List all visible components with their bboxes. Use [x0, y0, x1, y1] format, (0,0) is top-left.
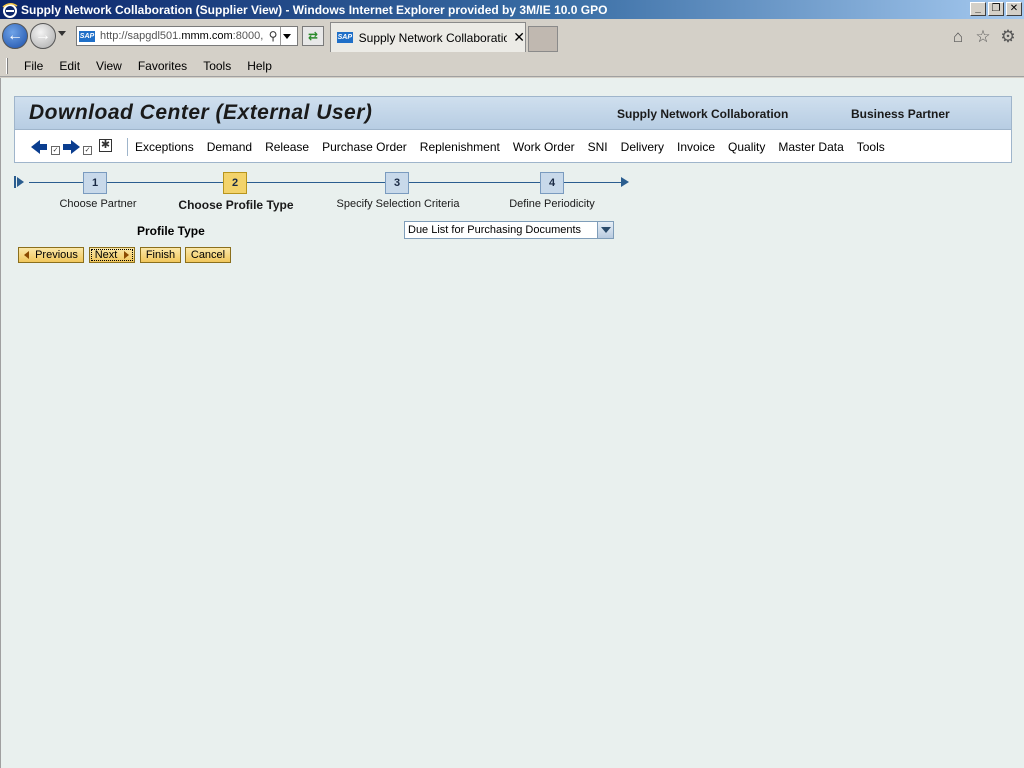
menu-favorites[interactable]: Favorites	[130, 59, 195, 73]
nav-sni[interactable]: SNI	[588, 140, 608, 154]
roadmap-step-3[interactable]: 3	[385, 172, 409, 194]
roadmap-step-4[interactable]: 4	[540, 172, 564, 194]
chevron-down-icon[interactable]	[597, 222, 613, 238]
nav-exceptions[interactable]: Exceptions	[135, 140, 194, 154]
header-link-business-partner[interactable]: Business Partner	[851, 107, 950, 121]
toolbar-separator	[127, 138, 128, 156]
forward-arrow-icon[interactable]	[71, 140, 80, 154]
close-window-button[interactable]: ✕	[1006, 2, 1022, 16]
roadmap-label-3[interactable]: Specify Selection Criteria	[337, 198, 460, 210]
page-header: Download Center (External User) Supply N…	[14, 96, 1012, 130]
address-bar[interactable]: SAP http://sapgdl501.mmm.com:8000, ⚲	[76, 26, 298, 46]
restore-icon: ❐	[991, 3, 1001, 14]
minimize-icon: _	[975, 3, 981, 14]
close-icon: ✕	[1009, 3, 1019, 14]
address-dropdown-icon[interactable]	[280, 27, 292, 45]
menu-grip	[6, 57, 8, 74]
cancel-button[interactable]: Cancel	[185, 247, 231, 263]
nav-purchase-order[interactable]: Purchase Order	[322, 140, 407, 154]
roadmap-start-arrow-icon	[17, 177, 24, 187]
favorites-star-icon[interactable]: ☆	[974, 27, 992, 46]
menu-file[interactable]: File	[16, 59, 51, 73]
roadmap: 1 Choose Partner 2 Choose Profile Type 3…	[1, 170, 1024, 220]
next-arrow-icon	[124, 251, 130, 259]
menu-tools[interactable]: Tools	[195, 59, 239, 73]
back-arrow-icon: ←	[7, 27, 23, 44]
sap-favicon-icon: SAP	[79, 30, 95, 42]
previous-button[interactable]: Previous	[18, 247, 84, 263]
nav-quality[interactable]: Quality	[728, 140, 765, 154]
nav-invoice[interactable]: Invoice	[677, 140, 715, 154]
nav-tools[interactable]: Tools	[857, 140, 885, 154]
nav-work-order[interactable]: Work Order	[513, 140, 575, 154]
refresh-icon: ⇄	[307, 29, 319, 43]
roadmap-label-1[interactable]: Choose Partner	[59, 198, 136, 210]
menu-edit[interactable]: Edit	[51, 59, 88, 73]
browser-nav-bar: ← → SAP http://sapgdl501.mmm.com:8000, ⚲…	[0, 19, 1024, 55]
menu-bar: File Edit View Favorites Tools Help	[0, 55, 1024, 77]
previous-arrow-icon	[24, 251, 30, 259]
nav-replenishment[interactable]: Replenishment	[420, 140, 500, 154]
gear-icon[interactable]: ⚙	[999, 27, 1017, 46]
menu-view[interactable]: View	[88, 59, 130, 73]
sap-favicon-icon: SAP	[337, 32, 353, 43]
header-link-snc[interactable]: Supply Network Collaboration	[617, 107, 788, 121]
ie-logo-icon	[2, 2, 18, 18]
back-button[interactable]: ←	[2, 23, 28, 49]
roadmap-end-arrow-icon	[621, 177, 629, 187]
roadmap-start-bar	[14, 176, 16, 188]
tab-title: Supply Network Collaboratio...	[358, 30, 508, 45]
nav-release[interactable]: Release	[265, 140, 309, 154]
window-title: Supply Network Collaboration (Supplier V…	[21, 2, 608, 17]
profile-type-value: Due List for Purchasing Documents	[408, 224, 582, 236]
next-button[interactable]: Next	[89, 247, 135, 263]
previous-button-label: Previous	[35, 249, 78, 261]
tab-close-icon[interactable]: ✕	[513, 29, 525, 46]
back-arrow-tail[interactable]	[39, 144, 47, 150]
roadmap-label-4[interactable]: Define Periodicity	[509, 198, 595, 210]
next-button-label: Next	[94, 249, 118, 261]
address-url[interactable]: http://sapgdl501.mmm.com:8000,	[100, 30, 266, 42]
forward-arrow-icon: →	[35, 27, 51, 44]
history-dropdown-icon[interactable]	[58, 31, 66, 36]
finish-button-label: Finish	[145, 249, 176, 261]
new-tab-button[interactable]	[528, 26, 558, 52]
finish-button[interactable]: Finish	[140, 247, 181, 263]
menu-help[interactable]: Help	[239, 59, 280, 73]
page-content: Download Center (External User) Supply N…	[0, 78, 1024, 768]
new-session-icon[interactable]: ✱	[99, 139, 112, 152]
minimize-button[interactable]: _	[970, 2, 986, 16]
nav-delivery[interactable]: Delivery	[621, 140, 664, 154]
roadmap-line	[29, 182, 621, 183]
refresh-button[interactable]: ⇄	[302, 26, 324, 46]
checkbox-icon[interactable]: ✓	[51, 146, 60, 155]
window-title-bar[interactable]: Supply Network Collaboration (Supplier V…	[0, 0, 1024, 19]
profile-type-label: Profile Type	[137, 224, 205, 238]
checkbox-icon[interactable]: ✓	[83, 146, 92, 155]
nav-demand[interactable]: Demand	[207, 140, 252, 154]
profile-type-select[interactable]: Due List for Purchasing Documents	[404, 221, 614, 239]
forward-arrow-tail[interactable]	[63, 144, 71, 150]
home-icon[interactable]: ⌂	[949, 27, 967, 46]
roadmap-step-1[interactable]: 1	[83, 172, 107, 194]
roadmap-label-2[interactable]: Choose Profile Type	[178, 198, 293, 212]
forward-button[interactable]: →	[30, 23, 56, 49]
app-nav-menu: Exceptions Demand Release Purchase Order…	[135, 140, 898, 154]
browser-tab[interactable]: SAP Supply Network Collaboratio... ✕	[330, 22, 526, 52]
page-title: Download Center (External User)	[29, 101, 373, 124]
nav-master-data[interactable]: Master Data	[778, 140, 843, 154]
search-icon[interactable]: ⚲	[266, 29, 280, 43]
cancel-button-label: Cancel	[190, 249, 226, 261]
roadmap-step-2[interactable]: 2	[223, 172, 247, 194]
restore-button[interactable]: ❐	[988, 2, 1004, 16]
app-toolbar: ✓ ✓ ✱ Exceptions Demand Release Purchase…	[14, 130, 1012, 163]
